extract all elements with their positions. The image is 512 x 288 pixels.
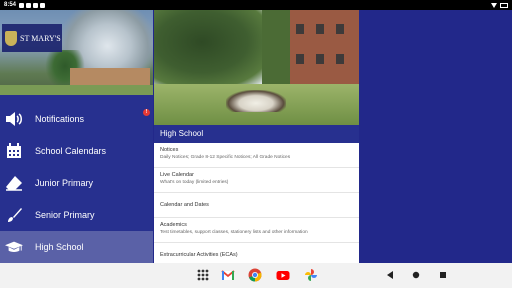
menu-item-senior-primary[interactable]: Senior Primary — [0, 199, 153, 231]
menu-item-junior-primary[interactable]: Junior Primary — [0, 167, 153, 199]
high-school-photo — [154, 10, 359, 125]
menu-item-notifications[interactable]: Notifications ! — [0, 103, 153, 135]
navigation-drawer: ST MARY'S Notifications ! School Calenda… — [0, 10, 153, 263]
graduation-cap-icon — [5, 238, 23, 256]
school-logo: ST MARY'S — [2, 24, 62, 52]
youtube-icon[interactable] — [276, 268, 290, 282]
home-icon[interactable] — [409, 268, 423, 282]
list-item-title: Academics — [160, 222, 187, 228]
speaker-icon — [5, 110, 23, 128]
list-item-title: Extracurricular Activities (ECAs) — [160, 252, 238, 258]
apps-grid-icon[interactable] — [196, 268, 210, 282]
menu-item-label: High School — [35, 242, 84, 252]
battery-icon — [500, 2, 508, 8]
logo-text: ST MARY'S — [20, 33, 61, 43]
list-item-live-calendar[interactable]: Live Calendar What's on today (limited e… — [154, 168, 359, 193]
menu-item-label: Junior Primary — [35, 178, 94, 188]
status-bar: 8:54 — [0, 0, 512, 10]
list-item-academics[interactable]: Academics Test timetables, support class… — [154, 218, 359, 243]
wifi-icon — [491, 2, 497, 8]
list-item-subtitle: Daily Notices; Grade 8-12 Specific Notic… — [160, 155, 291, 160]
drawer-header-image: ST MARY'S — [0, 10, 153, 95]
list-item-notices[interactable]: Notices Daily Notices; Grade 8-12 Specif… — [154, 143, 359, 168]
list-item-subtitle: Test timetables, support classes, statio… — [160, 230, 308, 235]
list-item-extracurricular[interactable]: Extracurricular Activities (ECAs) — [154, 243, 359, 263]
crest-icon — [5, 30, 17, 46]
menu-item-label: Senior Primary — [35, 210, 95, 220]
notification-icon — [26, 2, 32, 8]
menu-item-high-school[interactable]: High School — [0, 231, 153, 263]
photos-icon[interactable] — [304, 268, 318, 282]
content-panel: High School Notices Daily Notices; Grade… — [154, 10, 359, 263]
menu-item-label: Notifications — [35, 114, 85, 124]
recents-icon[interactable] — [436, 268, 450, 282]
menu-item-label: School Calendars — [35, 146, 107, 156]
list-item-subtitle: What's on today (limited entries) — [160, 180, 229, 185]
menu-item-school-calendars[interactable]: School Calendars — [0, 135, 153, 167]
paintbrush-icon — [5, 206, 23, 224]
status-time: 8:54 — [4, 2, 17, 8]
notification-icon — [19, 2, 25, 8]
system-nav-bar — [0, 263, 512, 288]
section-title: High School — [154, 125, 359, 143]
notification-badge: ! — [143, 109, 150, 116]
gmail-icon[interactable] — [221, 268, 235, 282]
chrome-icon[interactable] — [248, 268, 262, 282]
list-item-title: Live Calendar — [160, 172, 194, 178]
notification-icon — [33, 2, 39, 8]
list-item-title: Calendar and Dates — [160, 202, 209, 208]
list-item-title: Notices — [160, 147, 179, 153]
eraser-icon — [5, 174, 23, 192]
notification-icon — [40, 2, 46, 8]
calendar-icon — [5, 142, 23, 160]
list-item-calendar-and-dates[interactable]: Calendar and Dates — [154, 193, 359, 218]
back-icon[interactable] — [383, 268, 397, 282]
